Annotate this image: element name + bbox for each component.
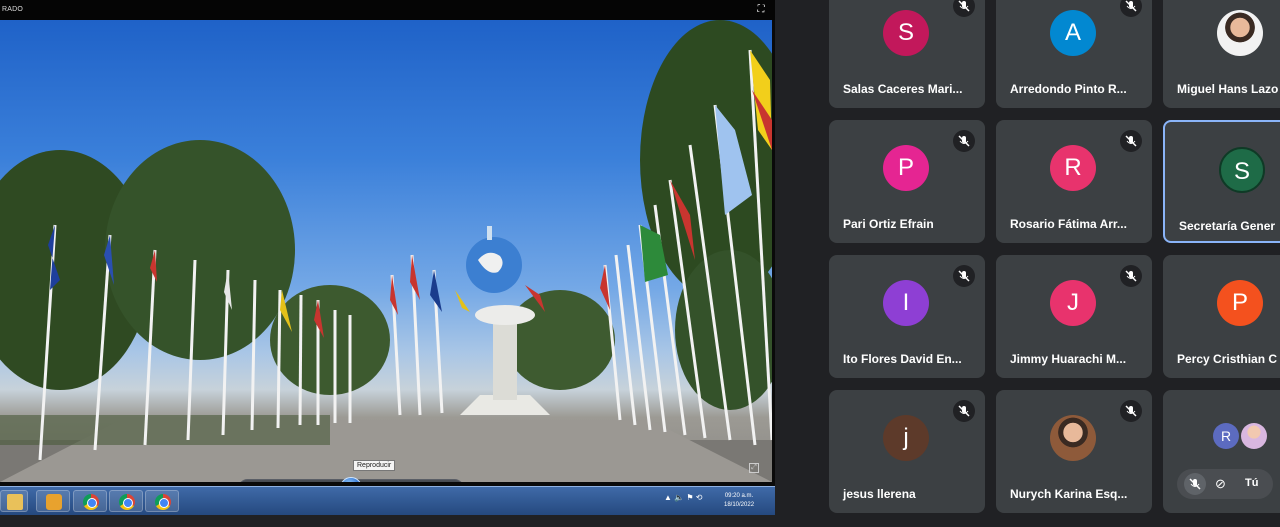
participant-name: Miguel Hans Lazo — [1177, 82, 1279, 96]
expand-icon[interactable]: ⛶ — [755, 4, 767, 16]
chrome-taskbar-icon[interactable] — [73, 490, 107, 512]
participant-name: Nurych Karina Esq... — [1010, 487, 1128, 501]
mic-muted-icon — [953, 265, 975, 287]
participant-tile[interactable]: J Jimmy Huarachi M... — [996, 255, 1152, 378]
participant-avatar: I — [883, 280, 929, 326]
meeting-window: RADO ⛶ Reproducir ⤢ ▲ 🔈 ⚑ ⟲ 09:20 a.m. 1… — [0, 0, 1280, 527]
participant-name: Jimmy Huarachi M... — [1010, 352, 1127, 366]
clock-time: 09:20 a.m. — [724, 493, 754, 499]
participant-avatar: R — [1050, 145, 1096, 191]
participant-name: Rosario Fátima Arr... — [1010, 217, 1127, 231]
participant-name: Secretaría Gener — [1179, 219, 1276, 233]
shared-window-title: RADO — [0, 0, 775, 20]
folder-taskbar-icon[interactable] — [0, 490, 28, 512]
participant-tile[interactable]: A Arredondo Pinto R... — [996, 0, 1152, 108]
mic-muted-icon — [953, 400, 975, 422]
participant-avatar: j — [883, 415, 929, 461]
mic-muted-icon — [953, 130, 975, 152]
participant-photo-avatar — [1217, 10, 1263, 56]
windows-taskbar: ▲ 🔈 ⚑ ⟲ 09:20 a.m. 18/10/2022 — [0, 486, 775, 515]
shared-screen: RADO ⛶ Reproducir ⤢ ▲ 🔈 ⚑ ⟲ 09:20 a.m. 1… — [0, 0, 775, 515]
participant-tile[interactable]: P Percy Cristhian C — [1163, 255, 1280, 378]
system-tray-icons[interactable]: ▲ 🔈 ⚑ ⟲ — [664, 493, 702, 502]
video-player[interactable]: ⤨ ↻ ■ ⏮ 🔈 — [0, 20, 772, 482]
participant-tile[interactable]: Nurych Karina Esq... — [996, 390, 1152, 513]
self-tile[interactable]: R ⊘ Tú — [1163, 390, 1280, 513]
participant-avatar: S — [1219, 147, 1265, 193]
mic-muted-icon — [1120, 265, 1142, 287]
media-player-taskbar-icon[interactable] — [36, 490, 70, 512]
participant-tile[interactable]: P Pari Ortiz Efrain — [829, 120, 985, 243]
participant-name: Pari Ortiz Efrain — [843, 217, 934, 231]
mic-muted-icon — [1120, 0, 1142, 17]
self-label: Tú — [1245, 477, 1259, 489]
camera-off-icon[interactable]: ⊘ — [1215, 476, 1226, 492]
participant-name: jesus llerena — [843, 487, 916, 501]
taskbar-clock[interactable]: 09:20 a.m. 18/10/2022 — [724, 492, 754, 510]
play-tooltip: Reproducir — [353, 460, 396, 471]
participant-name: Salas Caceres Mari... — [843, 82, 963, 96]
plaza-scene — [0, 20, 772, 482]
participant-avatar: P — [883, 145, 929, 191]
participant-tile[interactable]: S Secretaría Gener — [1163, 120, 1280, 243]
fullscreen-icon[interactable]: ⤢ — [749, 463, 759, 473]
chrome-taskbar-icon[interactable] — [109, 490, 143, 512]
participant-name: Ito Flores David En... — [843, 352, 962, 366]
mic-muted-icon — [1120, 400, 1142, 422]
participant-avatar: J — [1050, 280, 1096, 326]
participant-name: Arredondo Pinto R... — [1010, 82, 1127, 96]
participant-photo-avatar — [1050, 415, 1096, 461]
participant-avatar: S — [883, 10, 929, 56]
mic-off-icon[interactable] — [1184, 473, 1206, 495]
participant-avatar: P — [1217, 280, 1263, 326]
participant-tile[interactable]: R Rosario Fátima Arr... — [996, 120, 1152, 243]
participant-name: Percy Cristhian C — [1177, 352, 1278, 366]
chrome-taskbar-icon[interactable] — [145, 490, 179, 512]
self-avatar: R — [1213, 423, 1239, 449]
participant-tile[interactable]: S Salas Caceres Mari... — [829, 0, 985, 108]
mic-muted-icon — [953, 0, 975, 17]
media-control-bar: ⤨ ↻ ■ ⏮ 🔈 — [238, 477, 464, 482]
participant-avatar: A — [1050, 10, 1096, 56]
participant-tile[interactable]: j jesus llerena — [829, 390, 985, 513]
clock-date: 18/10/2022 — [724, 502, 755, 508]
self-controls-chip: ⊘ Tú — [1177, 469, 1273, 499]
participant-tile[interactable]: Miguel Hans Lazo — [1163, 0, 1280, 108]
mic-muted-icon — [1120, 130, 1142, 152]
participant-tile[interactable]: I Ito Flores David En... — [829, 255, 985, 378]
self-photo-avatar — [1241, 423, 1267, 449]
